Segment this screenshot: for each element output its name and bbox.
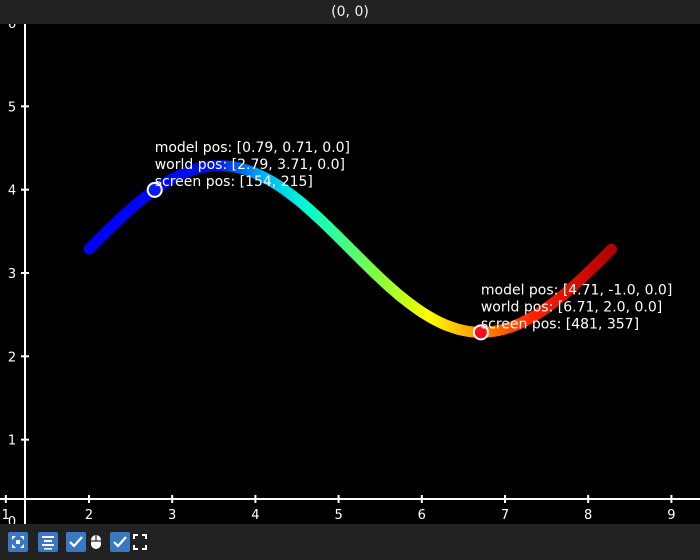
x-tick-label: 8 [584, 508, 592, 523]
x-tick-label: 2 [85, 508, 93, 523]
checkbox-icon [113, 536, 127, 548]
y-tick-label: 2 [8, 350, 16, 365]
fullscreen-button[interactable] [132, 532, 152, 552]
x-tick-label: 3 [168, 508, 176, 523]
coordinate-readout: (0, 0) [331, 4, 369, 20]
y-tick-label: 5 [8, 100, 16, 115]
point-info-label: model pos: [0.79, 0.71, 0.0] [155, 140, 350, 156]
axes: 1 2 3 4 5 6 7 8 90123456 [0, 17, 700, 530]
point-info-label: world pos: [2.79, 3.71, 0.0] [155, 157, 345, 173]
align-center-button[interactable] [38, 532, 58, 552]
x-tick-label: 7 [501, 508, 509, 523]
line-chart[interactable]: 1 2 3 4 5 6 7 8 90123456 model pos: [0.79, 0.71,… [0, 17, 700, 530]
toolbar [0, 524, 700, 560]
y-tick-label: 1 [8, 434, 16, 449]
point-info-label: screen pos: [481, 357] [481, 316, 639, 332]
toggle-checkbox-2[interactable] [110, 532, 130, 552]
point-info-label: screen pos: [154, 215] [155, 174, 313, 190]
x-tick-label: 4 [251, 508, 259, 523]
x-tick-label: 9 [667, 508, 675, 523]
plot-area[interactable]: 1234567890123456 model pos: [0.79, 0.71,… [0, 17, 700, 530]
fullscreen-icon [133, 534, 147, 550]
window-title-bar: (0, 0) [0, 0, 700, 24]
point-info-label: world pos: [6.71, 2.0, 0.0] [481, 299, 662, 315]
fit-view-icon [12, 536, 24, 548]
mouse-mode-button[interactable] [88, 532, 108, 552]
mouse-icon [91, 535, 101, 549]
y-tick-label: 6 [8, 24, 16, 32]
checkbox-icon [69, 536, 83, 548]
y-tick-label: 3 [8, 267, 16, 282]
y-tick-label: 0 [8, 515, 16, 524]
align-center-icon [42, 536, 54, 550]
x-tick-label: 5 [334, 508, 342, 523]
y-tick-label: 4 [8, 184, 16, 199]
x-tick-label: 6 [418, 508, 426, 523]
point-info-label: model pos: [4.71, -1.0, 0.0] [481, 282, 672, 298]
toggle-checkbox-1[interactable] [66, 532, 86, 552]
fit-view-button[interactable] [8, 532, 28, 552]
